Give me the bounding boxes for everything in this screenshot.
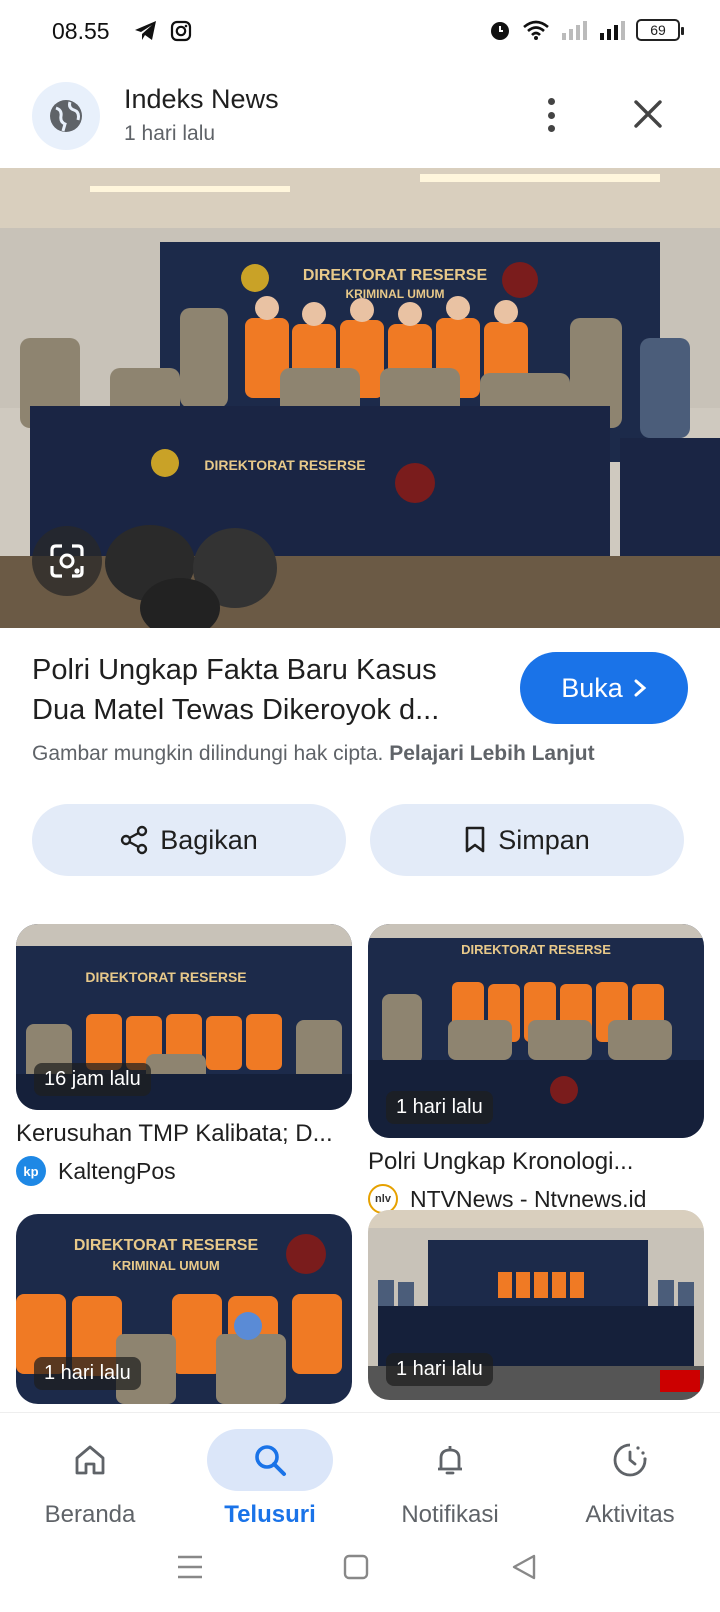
status-right: 69	[488, 18, 684, 42]
related-card[interactable]: DIREKTORAT RESERSE KRIMINAL UMUM 1 hari …	[16, 1214, 352, 1404]
instagram-icon	[170, 20, 192, 42]
status-time: 08.55	[52, 18, 110, 44]
related-card[interactable]: 1 hari lalu	[368, 1210, 704, 1400]
signal-sim2-icon	[600, 21, 625, 40]
home-square-icon[interactable]	[342, 1553, 370, 1581]
share-label: Bagikan	[160, 824, 258, 855]
bell-icon	[438, 1446, 462, 1475]
telegram-icon	[135, 21, 156, 40]
nav-notifications-icon-wrap	[387, 1429, 513, 1491]
related-thumbnail[interactable]: 1 hari lalu	[368, 1210, 704, 1400]
source-title[interactable]: Indeks News	[124, 84, 279, 115]
thumb-banner-subtext: KRIMINAL UMUM	[112, 1258, 219, 1273]
open-button-label: Buka	[561, 672, 623, 703]
dot	[547, 98, 555, 105]
thumb-banner-text: DIREKTORAT RESERSE	[74, 1237, 259, 1254]
bottom-navigation: Beranda Telusuri Notifikasi Aktivitas	[0, 1412, 720, 1542]
result-title-line2: Dua Matel Tewas Dikeroyok d...	[32, 694, 440, 726]
thumb-banner-text: DIREKTORAT RESERSE	[461, 942, 611, 957]
more-options-button[interactable]	[536, 94, 566, 136]
nav-home-icon-wrap	[27, 1429, 153, 1491]
hero-image[interactable]: DIREKTORAT RESERSE KRIMINAL UMUM DIREKTO…	[0, 168, 720, 628]
nav-search-icon-wrap	[207, 1429, 333, 1491]
kaltengpos-logo-icon: kp	[16, 1156, 46, 1186]
dot	[547, 111, 555, 119]
status-bar: 08.55 69	[0, 0, 720, 66]
google-lens-icon	[50, 544, 84, 578]
related-thumbnail[interactable]: DIREKTORAT RESERSE 16 jam lalu	[16, 924, 352, 1110]
thumb-banner-text: DIREKTORAT RESERSE	[85, 969, 246, 985]
source-name: KaltengPos	[58, 1157, 176, 1184]
close-button[interactable]	[628, 94, 668, 134]
learn-more-link[interactable]: Pelajari Lebih Lanjut	[389, 742, 594, 765]
dot	[547, 125, 555, 132]
related-thumbnail[interactable]: DIREKTORAT RESERSE KRIMINAL UMUM 1 hari …	[16, 1214, 352, 1404]
site-favicon	[32, 82, 100, 150]
wifi-icon	[523, 20, 549, 40]
activity-history-icon	[613, 1443, 647, 1477]
nav-search-label: Telusuri	[224, 1501, 316, 1528]
related-thumbnail[interactable]: DIREKTORAT RESERSE 1 hari lalu	[368, 924, 704, 1138]
save-label: Simpan	[498, 824, 590, 855]
battery-icon: 69	[636, 19, 684, 41]
time-badge: 1 hari lalu	[386, 1353, 493, 1386]
search-icon	[255, 1445, 286, 1476]
press-conference-photo: DIREKTORAT RESERSE KRIMINAL UMUM DIREKTO…	[0, 168, 720, 628]
copyright-text: Gambar mungkin dilindungi hak cipta.	[32, 742, 384, 765]
nav-search[interactable]: Telusuri	[180, 1429, 360, 1529]
share-icon	[121, 825, 148, 855]
table-banner-text: DIREKTORAT RESERSE	[204, 457, 365, 473]
system-navigation-bar	[0, 1542, 720, 1612]
nav-home[interactable]: Beranda	[0, 1429, 180, 1529]
related-title[interactable]: Kerusuhan TMP Kalibata; D...	[16, 1120, 352, 1148]
nav-activity-label: Aktivitas	[585, 1501, 675, 1528]
copyright-notice: Gambar mungkin dilindungi hak cipta. Pel…	[32, 742, 595, 766]
related-title[interactable]: Polri Ungkap Kronologi...	[368, 1148, 704, 1176]
nav-activity-icon-wrap	[567, 1429, 693, 1491]
nav-home-label: Beranda	[44, 1501, 136, 1528]
signal-sim1-icon	[562, 21, 587, 40]
open-button[interactable]: Buka	[520, 652, 688, 724]
share-button[interactable]: Bagikan	[32, 804, 346, 876]
alarm-icon	[491, 22, 509, 40]
home-icon	[75, 1445, 105, 1475]
related-images-grid: DIREKTORAT RESERSE 16 jam lalu Kerusuhan…	[0, 924, 720, 1414]
time-badge: 1 hari lalu	[386, 1091, 493, 1124]
nav-notifications-label: Notifikasi	[401, 1501, 499, 1528]
time-badge: 1 hari lalu	[34, 1357, 141, 1390]
related-card[interactable]: DIREKTORAT RESERSE 16 jam lalu Kerusuhan…	[16, 924, 352, 1186]
result-title-line1: Polri Ungkap Fakta Baru Kasus	[32, 654, 437, 686]
lens-search-button[interactable]	[32, 526, 102, 596]
hero-banner-text: DIREKTORAT RESERSE	[303, 267, 488, 284]
chevron-right-icon	[634, 679, 647, 697]
globe-icon	[50, 100, 82, 132]
bookmark-icon	[465, 826, 485, 853]
back-triangle-icon[interactable]	[510, 1553, 538, 1581]
nav-activity[interactable]: Aktivitas	[540, 1429, 720, 1529]
published-time: 1 hari lalu	[124, 122, 216, 145]
viewer-header: Indeks News 1 hari lalu	[0, 78, 720, 166]
save-button[interactable]: Simpan	[370, 804, 684, 876]
time-badge: 16 jam lalu	[34, 1063, 151, 1096]
source-name: NTVNews - Ntvnews.id	[410, 1185, 647, 1212]
nav-notifications[interactable]: Notifikasi	[360, 1429, 540, 1529]
result-title[interactable]: Polri Ungkap Fakta Baru Kasus Dua Matel …	[32, 650, 492, 730]
related-source[interactable]: kp KaltengPos	[16, 1156, 352, 1186]
recent-apps-icon[interactable]	[176, 1554, 204, 1580]
related-card[interactable]: DIREKTORAT RESERSE 1 hari lalu Polri Ung…	[368, 924, 704, 1214]
